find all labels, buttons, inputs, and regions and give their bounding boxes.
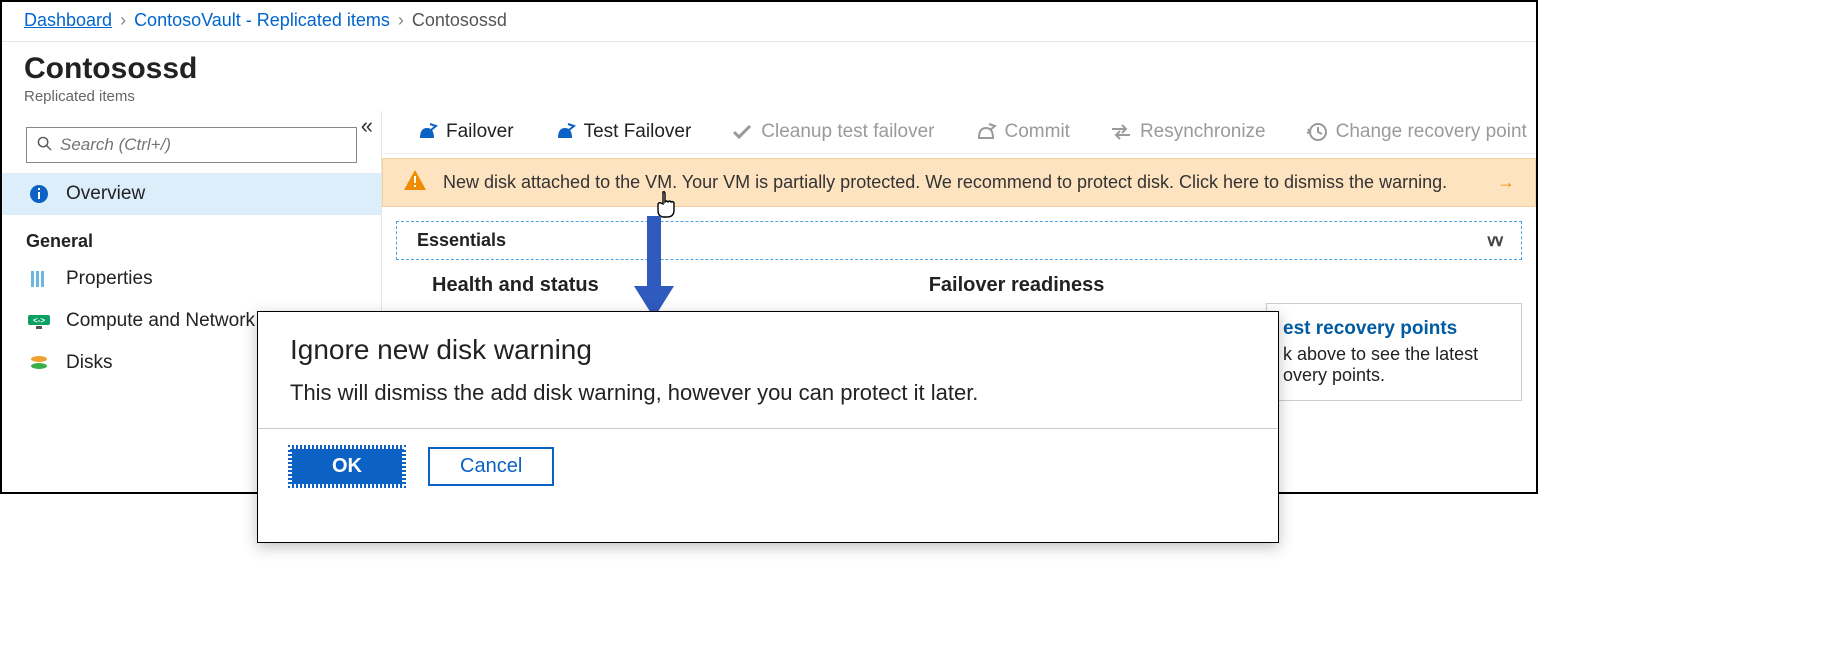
- content-sections: Health and status Failover readiness: [382, 260, 1536, 297]
- failover-readiness-heading: Failover readiness: [929, 274, 1105, 297]
- ok-button[interactable]: OK: [290, 447, 404, 486]
- svg-text:<->: <->: [33, 316, 45, 325]
- cleanup-test-failover-button[interactable]: Cleanup test failover: [731, 121, 934, 143]
- dialog-title: Ignore new disk warning: [290, 334, 1246, 366]
- compute-network-icon: <->: [26, 310, 52, 332]
- chevron-down-double-icon: ∨∨: [1486, 231, 1501, 251]
- search-box[interactable]: [26, 127, 357, 163]
- failover-icon: [416, 121, 438, 143]
- sidebar-section-general: General: [2, 215, 381, 258]
- sidebar-item-overview[interactable]: Overview: [2, 173, 381, 215]
- resynchronize-button[interactable]: Resynchronize: [1110, 121, 1266, 143]
- page-header: Contosossd Replicated items: [2, 42, 1536, 111]
- tool-label: Cleanup test failover: [761, 121, 934, 143]
- page-subtitle: Replicated items: [24, 88, 1514, 105]
- search-input[interactable]: [60, 135, 346, 155]
- tool-label: Test Failover: [584, 121, 692, 143]
- properties-icon: [26, 268, 52, 290]
- page-title: Contosossd: [24, 52, 1514, 86]
- cancel-button[interactable]: Cancel: [428, 447, 554, 486]
- failover-button[interactable]: Failover: [416, 121, 514, 143]
- tool-label: Failover: [446, 121, 514, 143]
- toolbar: Failover Test Failover Cleanup test fail…: [382, 111, 1536, 154]
- sidebar-item-properties[interactable]: Properties: [2, 258, 381, 300]
- tool-label: Change recovery point: [1336, 121, 1527, 143]
- breadcrumb: Dashboard › ContosoVault - Replicated it…: [2, 2, 1536, 42]
- chevron-right-icon: ›: [120, 10, 126, 31]
- card-title: est recovery points: [1283, 318, 1505, 340]
- dialog-separator: [258, 428, 1278, 429]
- search-icon: [37, 136, 52, 155]
- breadcrumb-current: Contosossd: [412, 10, 507, 31]
- breadcrumb-dashboard[interactable]: Dashboard: [24, 10, 112, 31]
- card-body-line: overy points.: [1283, 365, 1505, 386]
- sidebar-item-label: Overview: [66, 183, 145, 205]
- tool-label: Resynchronize: [1140, 121, 1266, 143]
- sidebar-item-label: Disks: [66, 352, 112, 374]
- change-recovery-point-button[interactable]: Change recovery point: [1306, 121, 1527, 143]
- history-icon: [1306, 121, 1328, 143]
- warning-icon: [403, 169, 427, 196]
- disks-icon: [26, 352, 52, 374]
- test-failover-icon: [554, 121, 576, 143]
- latest-recovery-points-card[interactable]: est recovery points k above to see the l…: [1266, 303, 1522, 401]
- card-body-line: k above to see the latest: [1283, 344, 1505, 365]
- info-icon: [26, 183, 52, 205]
- arrow-right-icon: →: [1497, 172, 1515, 193]
- commit-button[interactable]: Commit: [975, 121, 1070, 143]
- breadcrumb-vault[interactable]: ContosoVault - Replicated items: [134, 10, 390, 31]
- sidebar-item-label: Compute and Network: [66, 310, 255, 332]
- sidebar-collapse-button[interactable]: «: [361, 113, 373, 139]
- warning-text: New disk attached to the VM. Your VM is …: [443, 172, 1481, 193]
- resync-icon: [1110, 121, 1132, 143]
- commit-icon: [975, 121, 997, 143]
- sidebar-item-label: Properties: [66, 268, 153, 290]
- checkmark-icon: [731, 121, 753, 143]
- essentials-expander[interactable]: Essentials ∨∨: [396, 221, 1522, 260]
- dialog-body: This will dismiss the add disk warning, …: [290, 380, 1246, 406]
- essentials-label: Essentials: [417, 230, 506, 251]
- test-failover-button[interactable]: Test Failover: [554, 121, 692, 143]
- warning-banner[interactable]: New disk attached to the VM. Your VM is …: [382, 158, 1536, 207]
- health-status-heading: Health and status: [432, 274, 599, 297]
- dialog-buttons: OK Cancel: [290, 447, 1246, 486]
- tool-label: Commit: [1005, 121, 1070, 143]
- chevron-right-icon: ›: [398, 10, 404, 31]
- ignore-disk-warning-dialog: Ignore new disk warning This will dismis…: [257, 311, 1279, 543]
